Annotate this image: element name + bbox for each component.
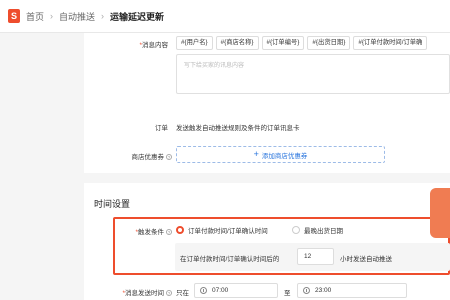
breadcrumb-bar: S 首页 › 自动推送 › 运输延迟更新 (0, 0, 450, 33)
trigger-option-label: 最晚出货日期 (304, 228, 343, 235)
help-icon[interactable]: ? (166, 154, 172, 161)
chevron-right-icon: › (50, 11, 54, 21)
chevron-right-icon: › (101, 11, 105, 21)
floating-side-tab[interactable] (430, 188, 450, 238)
variable-tag[interactable]: #{商店名称} (215, 36, 259, 50)
radio-unselected-icon (292, 226, 300, 234)
trigger-option-label: 订单付款时间/订单确认时间 (188, 228, 268, 235)
end-time-input[interactable]: 23:00 (297, 283, 407, 298)
variable-tag[interactable]: #{出货日期} (307, 36, 351, 50)
hours-input[interactable]: 12 (297, 248, 334, 265)
breadcrumb-current: 运输延迟更新 (110, 11, 165, 22)
plus-icon: + (253, 149, 259, 159)
variable-tag-row: #{用户名} #{商店名称} #{订单编号} #{出货日期} #{订单付款时间/… (176, 36, 428, 50)
trigger-label: *触发条件? (135, 229, 172, 236)
start-time-input[interactable]: 07:00 (194, 283, 278, 298)
message-content-label: *消息内容 (139, 42, 168, 49)
add-coupon-button[interactable]: + 添加商店优惠券 (176, 146, 385, 163)
help-icon[interactable]: ? (166, 229, 172, 236)
only-in-text: 只在 (176, 290, 189, 297)
order-description: 发送触发自动推送规则及条件的订单讯息卡 (176, 125, 300, 132)
coupon-label: 商店优惠券? (131, 154, 172, 161)
shop-logo-icon[interactable]: S (8, 9, 20, 23)
variable-tag[interactable]: #{订单编号} (261, 36, 305, 50)
trigger-prefix-text: 在订单付款时间/订单确认时间后的 (180, 256, 280, 263)
send-time-label: *消息发送时间? (122, 290, 172, 297)
start-time-value: 07:00 (212, 287, 229, 294)
trigger-option-latest-ship-date[interactable]: 最晚出货日期 (292, 225, 343, 235)
end-time-value: 23:00 (315, 287, 332, 294)
to-text: 至 (284, 290, 291, 297)
breadcrumb-home[interactable]: 首页 (26, 10, 44, 23)
trigger-option-payment-time[interactable]: 订单付款时间/订单确认时间 (176, 225, 268, 235)
clock-icon (200, 287, 207, 294)
variable-tag[interactable]: #{用户名} (176, 36, 213, 50)
order-label: 订单 (155, 125, 168, 132)
trigger-suffix-text: 小时发送自动推送 (340, 256, 392, 263)
variable-tag[interactable]: #{订单付款时间/订单确 (353, 36, 428, 50)
breadcrumb-auto-push[interactable]: 自动推送 (59, 10, 95, 23)
clock-icon (303, 287, 310, 294)
radio-selected-icon (176, 226, 184, 234)
message-textarea[interactable]: 写下给买家的讯息内容 (176, 54, 450, 94)
time-settings-title: 时间设置 (94, 199, 131, 209)
help-icon[interactable]: ? (166, 290, 172, 297)
add-coupon-label: 添加商店优惠券 (261, 152, 308, 160)
